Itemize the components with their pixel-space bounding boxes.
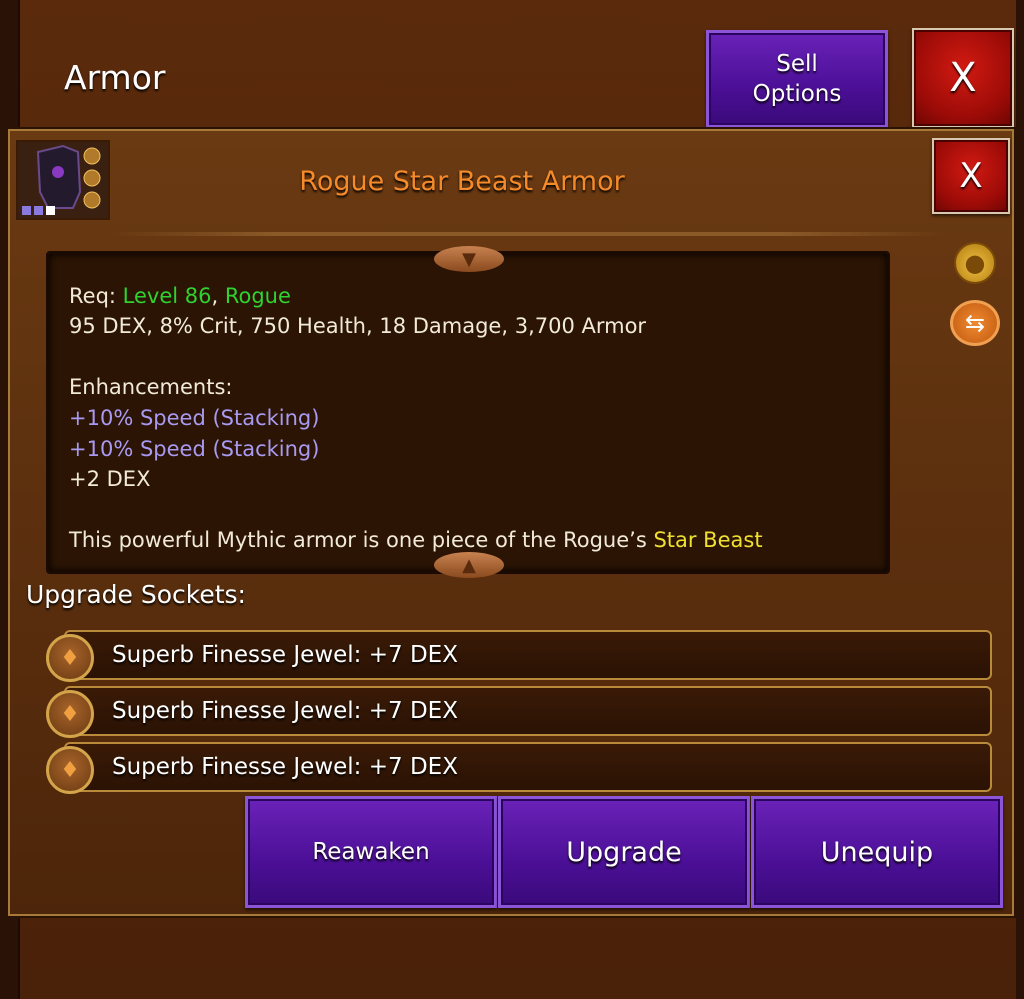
unequip-button[interactable]: Unequip bbox=[751, 796, 1003, 908]
coin-bag-icon[interactable]: ● bbox=[954, 242, 996, 284]
stats-line: 95 DEX, 8% Crit, 750 Health, 18 Damage, … bbox=[69, 314, 647, 338]
close-item-button[interactable]: X bbox=[932, 138, 1010, 214]
item-description-box[interactable]: Req: Level 86, Rogue 95 DEX, 8% Crit, 75… bbox=[46, 251, 890, 574]
socket-row[interactable]: Superb Finesse Jewel: +7 DEX bbox=[64, 742, 992, 792]
title-divider bbox=[110, 232, 946, 236]
requirements-line: Req: Level 86, Rogue bbox=[69, 284, 291, 308]
window-title: Armor bbox=[64, 58, 166, 97]
req-level: Level 86 bbox=[122, 284, 212, 308]
socket-row[interactable]: Superb Finesse Jewel: +7 DEX bbox=[64, 630, 992, 680]
finesse-jewel-icon: ♦ bbox=[46, 690, 94, 738]
reawaken-button[interactable]: Reawaken bbox=[245, 796, 497, 908]
upgrade-button[interactable]: Upgrade bbox=[498, 796, 750, 908]
swap-icon[interactable]: ⇆ bbox=[950, 300, 1000, 346]
socket-text: Superb Finesse Jewel: +7 DEX bbox=[112, 698, 458, 724]
scroll-up-icon[interactable]: ▲ bbox=[434, 552, 504, 578]
socket-text: Superb Finesse Jewel: +7 DEX bbox=[112, 754, 458, 780]
enhancements-label: Enhancements: bbox=[69, 375, 233, 399]
item-name: Rogue Star Beast Armor bbox=[299, 166, 625, 197]
finesse-jewel-icon: ♦ bbox=[46, 746, 94, 794]
req-separator: , bbox=[211, 284, 225, 308]
socket-text: Superb Finesse Jewel: +7 DEX bbox=[112, 642, 458, 668]
sell-options-button[interactable]: Sell Options bbox=[706, 30, 888, 128]
enhancement-3: +2 DEX bbox=[69, 467, 151, 491]
finesse-jewel-icon: ♦ bbox=[46, 634, 94, 682]
req-class: Rogue bbox=[224, 284, 291, 308]
enhancement-2: +10% Speed (Stacking) bbox=[69, 437, 320, 461]
enhancement-1: +10% Speed (Stacking) bbox=[69, 406, 320, 430]
close-window-button[interactable]: X bbox=[912, 28, 1014, 128]
description-highlight: Star Beast bbox=[653, 528, 763, 552]
scroll-down-icon[interactable]: ▼ bbox=[434, 246, 504, 272]
socket-row[interactable]: Superb Finesse Jewel: +7 DEX bbox=[64, 686, 992, 736]
req-prefix: Req: bbox=[69, 284, 123, 308]
description-start: This powerful Mythic armor is one piece … bbox=[69, 528, 654, 552]
description-text: This powerful Mythic armor is one piece … bbox=[69, 528, 763, 552]
upgrade-sockets-label: Upgrade Sockets: bbox=[26, 580, 246, 609]
